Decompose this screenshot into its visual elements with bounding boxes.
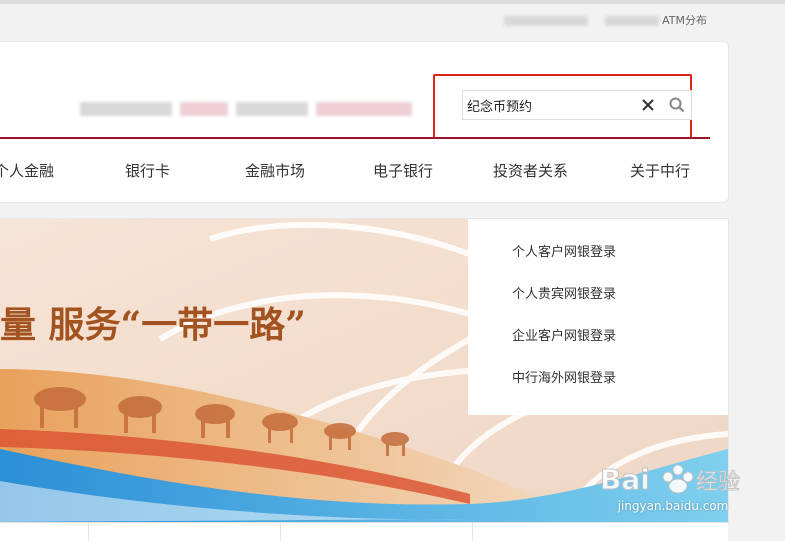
search-input[interactable]: [467, 94, 632, 116]
vip-ebank-login-link[interactable]: 个人贵宾网银登录: [512, 283, 616, 302]
corporate-ebank-login-link[interactable]: 企业客户网银登录: [512, 325, 616, 344]
search-icon[interactable]: [668, 96, 686, 114]
header-divider: [0, 137, 710, 139]
nav-item-e-banking[interactable]: 电子银行: [373, 160, 433, 181]
baidu-logo-icon: Bai 经验: [600, 463, 741, 497]
top-strip: [0, 0, 785, 4]
blurred-link[interactable]: [80, 101, 172, 116]
header-card: 个人金融 银行卡 金融市场 电子银行 投资者关系 关于中行: [0, 41, 729, 203]
main-nav: 个人金融 银行卡 金融市场 电子银行 投资者关系 关于中行: [0, 160, 728, 184]
baidu-jingyan-watermark: Bai 经验 jingyan.baidu.com: [598, 455, 748, 525]
nav-item-investor-relations[interactable]: 投资者关系: [493, 160, 568, 181]
atm-link[interactable]: ATM分布: [662, 14, 707, 27]
banner-slogan: 量 服务“一带一路”: [0, 304, 306, 346]
nav-item-about[interactable]: 关于中行: [630, 160, 690, 181]
watermark-url: jingyan.baidu.com: [617, 499, 729, 513]
overseas-ebank-login-link[interactable]: 中行海外网银登录: [512, 367, 616, 386]
top-utility-bar: ATM分布: [503, 12, 707, 28]
nav-item-personal-finance[interactable]: 个人金融: [0, 160, 54, 181]
blurred-link[interactable]: [180, 101, 228, 116]
divider: [472, 523, 473, 541]
blurred-link: [604, 16, 659, 26]
nav-item-bank-card[interactable]: 银行卡: [125, 160, 170, 181]
divider: [280, 523, 281, 541]
divider: [88, 523, 89, 541]
blurred-link[interactable]: [236, 101, 308, 116]
blurred-link: [503, 16, 588, 26]
svg-text:经验: 经验: [696, 470, 740, 495]
close-icon[interactable]: [641, 98, 655, 112]
search-box: [462, 90, 692, 120]
personal-ebank-login-link[interactable]: 个人客户网银登录: [512, 241, 616, 260]
svg-text:Bai: Bai: [600, 463, 650, 496]
blurred-header-links: [80, 98, 420, 117]
nav-item-financial-markets[interactable]: 金融市场: [245, 160, 305, 181]
ebank-login-panel: 个人客户网银登录 个人贵宾网银登录 企业客户网银登录 中行海外网银登录: [468, 219, 728, 415]
blurred-link[interactable]: [316, 101, 412, 116]
